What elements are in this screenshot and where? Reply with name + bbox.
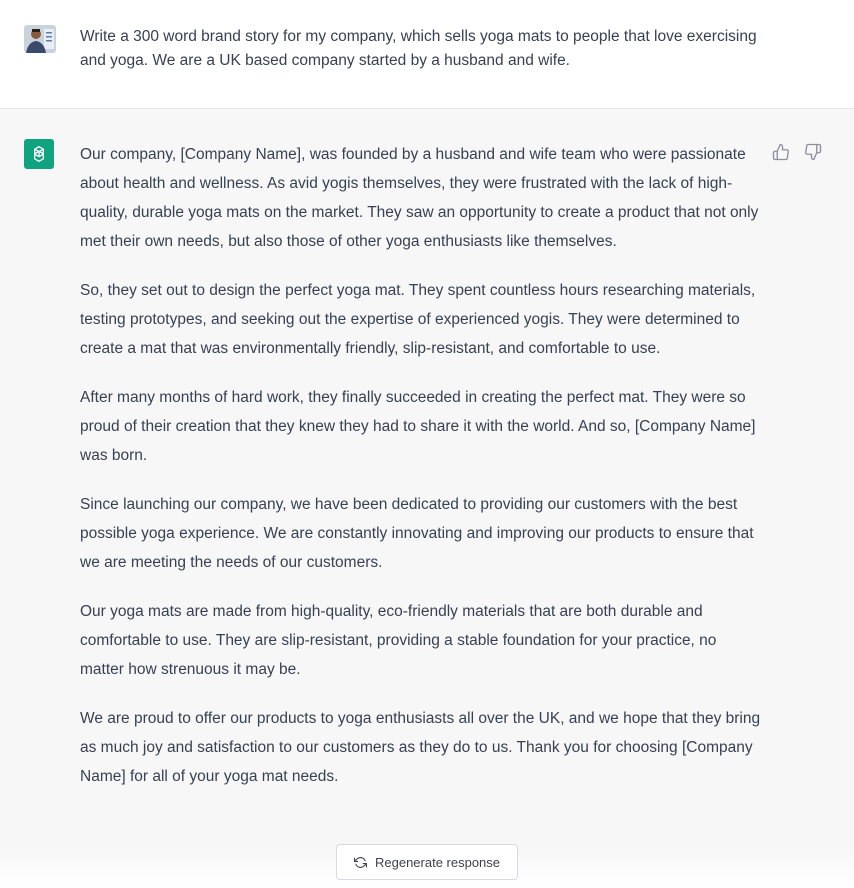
answer-paragraph: Our company, [Company Name], was founded… [80, 146, 759, 250]
answer-paragraph: After many months of hard work, they fin… [80, 389, 756, 464]
thumbs-up-icon [772, 143, 789, 161]
user-avatar [24, 25, 56, 53]
regenerate-label: Regenerate response [374, 854, 501, 870]
assistant-message-row: Our company, [Company Name], was founded… [0, 109, 854, 888]
answer-paragraph: Our yoga mats are made from high-quality… [80, 603, 717, 678]
answer-paragraph: Since launching our company, we have bee… [80, 496, 754, 571]
answer-paragraph: So, they set out to design the perfect y… [80, 282, 756, 357]
thumbs-up-button[interactable] [770, 141, 792, 163]
thumbs-down-icon [805, 143, 822, 161]
thumbs-down-button[interactable] [802, 141, 824, 163]
refresh-icon [353, 856, 367, 868]
user-avatar-photo [24, 25, 56, 53]
answer-paragraph: We are proud to offer our products to yo… [80, 710, 761, 785]
regenerate-response-button[interactable]: Regenerate response [336, 844, 518, 880]
user-message-text: Write a 300 word brand story for my comp… [80, 28, 757, 69]
feedback-buttons [770, 141, 824, 163]
user-message-row: Write a 300 word brand story for my comp… [0, 0, 854, 109]
assistant-message-text: Our company, [Company Name], was founded… [80, 140, 764, 811]
openai-logo-icon [24, 139, 54, 169]
